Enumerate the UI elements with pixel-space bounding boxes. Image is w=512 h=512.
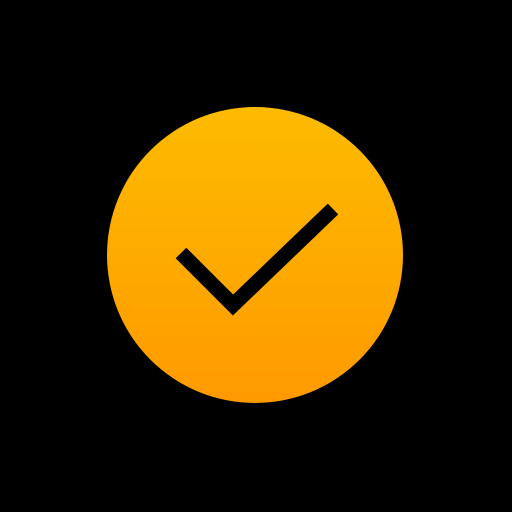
check-circle-icon xyxy=(107,107,403,403)
check-circle-svg xyxy=(107,107,403,403)
circle-background xyxy=(107,107,403,403)
icon-canvas xyxy=(0,0,512,512)
